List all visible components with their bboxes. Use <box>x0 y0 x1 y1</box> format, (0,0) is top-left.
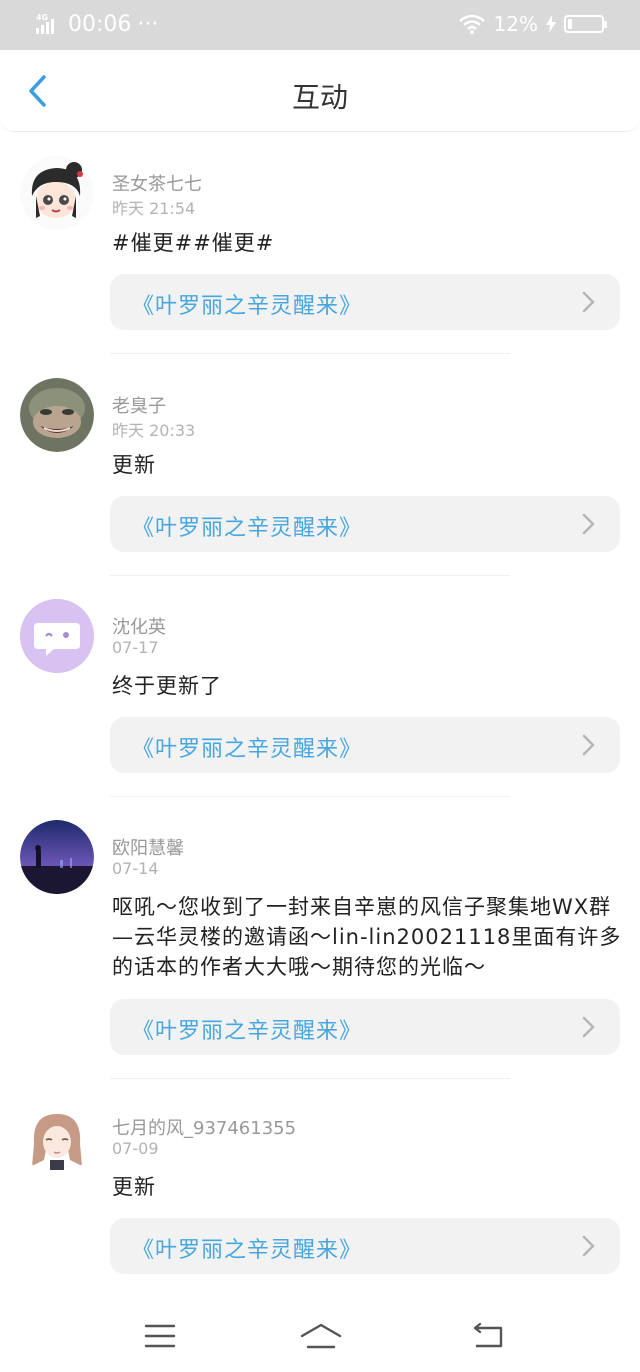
book-title: 《叶罗丽之辛灵醒来》 <box>132 294 363 319</box>
user-name[interactable]: 圣女茶七七 <box>112 170 202 196</box>
avatar[interactable] <box>20 156 94 230</box>
post-time: 07-17 <box>112 638 159 657</box>
menu-button[interactable] <box>140 1318 180 1354</box>
chevron-right-icon <box>582 1235 595 1257</box>
system-nav-bar <box>0 1300 640 1372</box>
header: 互动 <box>0 50 640 132</box>
post-item: 沈化英 07-17 终于更新了 《叶罗丽之辛灵醒来》 <box>0 583 640 797</box>
book-title: 《叶罗丽之辛灵醒来》 <box>132 737 363 762</box>
user-name[interactable]: 七月的风_937461355 <box>112 1114 296 1140</box>
book-title: 《叶罗丽之辛灵醒来》 <box>132 1238 363 1263</box>
divider <box>110 575 510 576</box>
book-link[interactable]: 《叶罗丽之辛灵醒来》 <box>110 496 620 552</box>
signal-icon: 4G <box>36 13 62 36</box>
back-nav-button[interactable] <box>468 1318 508 1354</box>
avatar[interactable] <box>20 1100 94 1174</box>
user-name[interactable]: 老臭子 <box>112 392 166 418</box>
post-content: 呕吼～您收到了一封来自辛崽的风信子聚集地WX群—云华灵楼的邀请函～lin-lin… <box>112 895 622 979</box>
chevron-right-icon <box>582 734 595 756</box>
post-content: 更新 <box>112 453 156 477</box>
post-content: 更新 <box>112 1175 156 1199</box>
post-item: 老臭子 昨天 20:33 更新 《叶罗丽之辛灵醒来》 <box>0 362 640 576</box>
status-dots: ··· <box>137 12 159 37</box>
battery-percent: 12% <box>493 12 538 36</box>
post-time: 07-09 <box>112 1139 159 1158</box>
post-time: 昨天 21:54 <box>112 199 196 218</box>
book-title: 《叶罗丽之辛灵醒来》 <box>132 516 363 541</box>
status-time: 00:06 <box>68 12 132 37</box>
battery-icon <box>564 15 607 33</box>
charging-icon <box>546 15 556 33</box>
avatar[interactable] <box>20 820 94 894</box>
post-item: 欧阳慧馨 07-14 呕吼～您收到了一封来自辛崽的风信子聚集地WX群—云华灵楼的… <box>0 804 640 1080</box>
post-time: 昨天 20:33 <box>112 421 196 440</box>
page-title: 互动 <box>291 81 348 114</box>
post-content: #催更##催更# <box>112 231 275 255</box>
avatar[interactable] <box>20 378 94 452</box>
home-button[interactable] <box>298 1318 344 1354</box>
book-title: 《叶罗丽之辛灵醒来》 <box>132 1019 363 1044</box>
post-time: 07-14 <box>112 859 159 878</box>
book-link[interactable]: 《叶罗丽之辛灵醒来》 <box>110 274 620 330</box>
book-link[interactable]: 《叶罗丽之辛灵醒来》 <box>110 717 620 773</box>
divider <box>110 1078 510 1079</box>
divider <box>110 796 510 797</box>
status-bar: 4G 00:06 ··· 12% <box>0 0 640 50</box>
post-content: 终于更新了 <box>112 674 222 698</box>
book-link[interactable]: 《叶罗丽之辛灵醒来》 <box>110 1218 620 1274</box>
back-nav-icon <box>473 1322 503 1348</box>
menu-icon <box>144 1324 176 1348</box>
divider <box>110 353 510 354</box>
avatar[interactable] <box>20 599 94 673</box>
wifi-icon <box>458 14 485 34</box>
chevron-right-icon <box>582 1016 595 1038</box>
post-item: 圣女茶七七 昨天 21:54 #催更##催更# 《叶罗丽之辛灵醒来》 <box>0 140 640 354</box>
home-icon <box>300 1323 342 1349</box>
post-item: 七月的风_937461355 07-09 更新 《叶罗丽之辛灵醒来》 <box>0 1084 640 1298</box>
chevron-right-icon <box>582 513 595 535</box>
user-name[interactable]: 欧阳慧馨 <box>112 834 184 860</box>
user-name[interactable]: 沈化英 <box>112 613 166 639</box>
chevron-right-icon <box>582 291 595 313</box>
book-link[interactable]: 《叶罗丽之辛灵醒来》 <box>110 999 620 1055</box>
